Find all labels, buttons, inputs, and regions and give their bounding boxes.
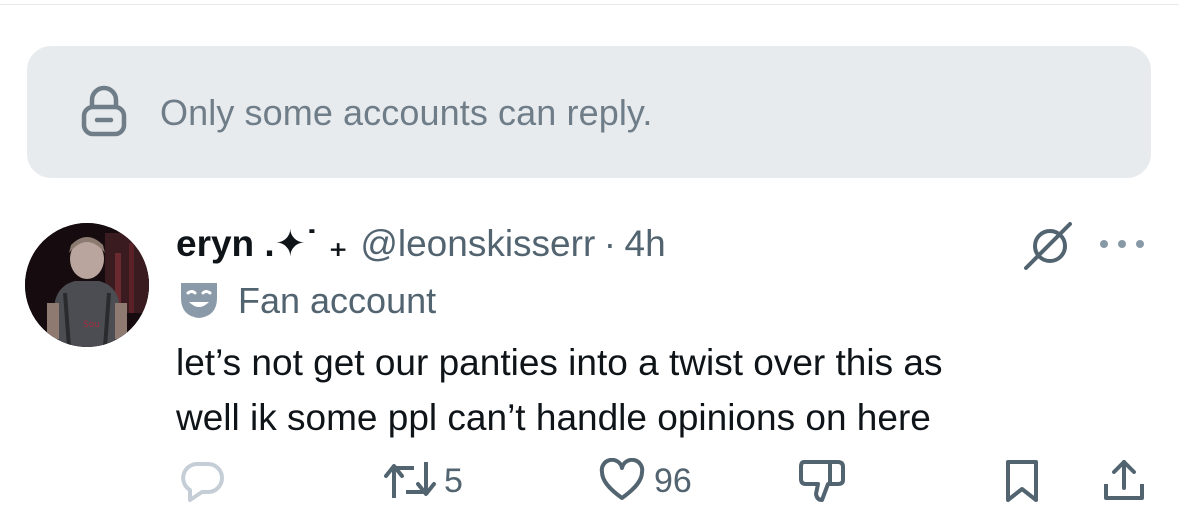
downvote-icon xyxy=(799,460,845,502)
bookmark-icon xyxy=(1006,460,1038,502)
downvote-button[interactable] xyxy=(796,458,852,502)
header-separator: · xyxy=(603,223,617,264)
retweet-button[interactable]: 5 xyxy=(382,458,492,502)
lock-icon xyxy=(81,85,127,137)
reply-button[interactable] xyxy=(178,458,238,502)
like-count: 96 xyxy=(654,462,692,500)
reply-restriction-text: Only some accounts can reply. xyxy=(160,92,653,133)
top-divider xyxy=(0,4,1179,5)
avatar[interactable]: Sou xyxy=(25,223,149,347)
more-options-icon[interactable] xyxy=(1096,236,1148,252)
retweet-icon xyxy=(384,462,436,498)
heart-icon xyxy=(599,457,645,500)
like-button[interactable]: 96 xyxy=(598,457,708,502)
account-label-text: Fan account xyxy=(238,280,437,321)
svg-text:Sou: Sou xyxy=(83,320,100,330)
author-handle[interactable]: @leonskisserr xyxy=(360,223,595,264)
tweet-header: eryn .✦˙ ₊ @leonskisserr · 4h xyxy=(176,222,666,266)
retweet-count: 5 xyxy=(444,462,463,500)
tweet-body: let’s not get our panties into a twist o… xyxy=(176,335,1136,445)
avatar-image: Sou xyxy=(25,223,149,347)
theater-mask-icon xyxy=(181,283,217,318)
share-icon xyxy=(1104,460,1144,500)
tweet-text-line: let’s not get our panties into a twist o… xyxy=(176,342,943,383)
tweet-text-line: well ik some ppl can’t handle opinions o… xyxy=(176,397,931,438)
grok-icon[interactable] xyxy=(1020,220,1080,272)
bookmark-button[interactable] xyxy=(1002,458,1046,502)
reply-icon xyxy=(181,462,224,502)
tweet-timestamp[interactable]: 4h xyxy=(625,223,666,264)
author-display-name[interactable]: eryn .✦˙ ₊ xyxy=(176,223,348,264)
share-button[interactable] xyxy=(1102,458,1148,502)
